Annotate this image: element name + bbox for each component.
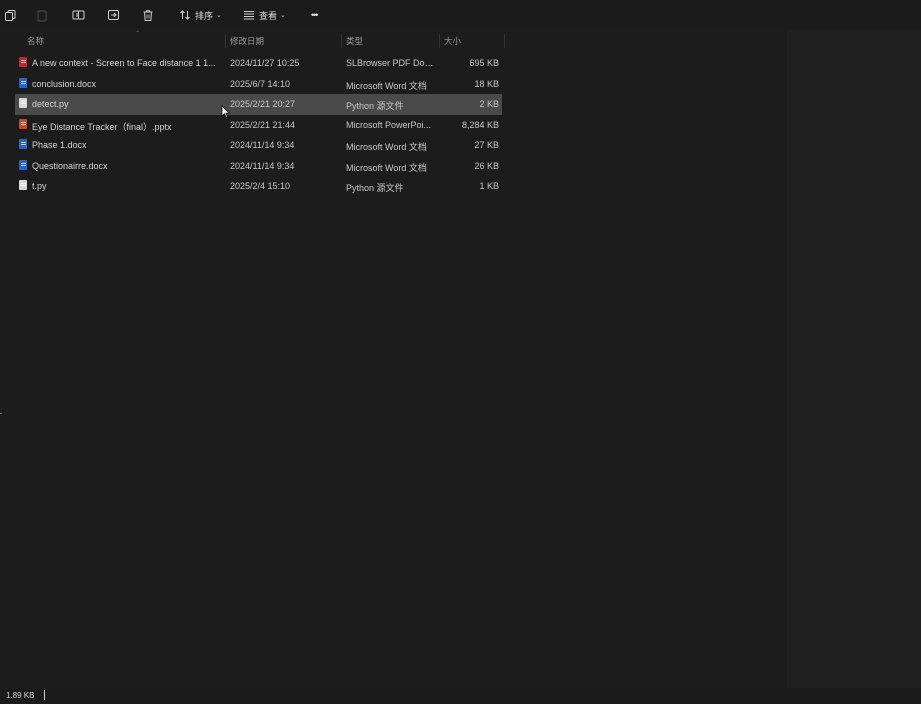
powerpoint-file-icon <box>19 118 27 129</box>
edge-marker <box>0 413 2 414</box>
paste-icon <box>36 9 48 22</box>
column-divider[interactable] <box>341 34 342 48</box>
file-row[interactable]: t.py 2025/2/4 15:10 Python 源文件 1 KB <box>15 176 502 197</box>
file-size: 695 KB <box>469 58 499 68</box>
status-bar: 1.89 KB <box>0 688 921 704</box>
column-divider[interactable] <box>504 34 505 48</box>
rename-button[interactable] <box>72 6 85 24</box>
file-size: 27 KB <box>474 140 499 150</box>
file-size: 26 KB <box>474 160 499 171</box>
more-icon: ••• <box>311 10 319 20</box>
file-row[interactable]: Eye Distance Tracker（final）.pptx 2025/2/2… <box>15 115 502 136</box>
more-options-button[interactable]: ••• <box>311 6 319 24</box>
column-header-date[interactable]: 修改日期 <box>230 35 264 47</box>
file-row[interactable]: detect.py 2025/2/21 20:27 Python 源文件 2 KB <box>15 94 502 115</box>
file-row[interactable]: Questionairre.docx 2024/11/14 9:34 Microso… <box>15 156 502 177</box>
file-type: SLBrowser PDF Doc... <box>346 58 436 68</box>
file-name: t.py <box>32 181 47 191</box>
sort-button[interactable]: 排序 ⌄ <box>179 6 222 24</box>
rename-icon <box>72 9 85 21</box>
chevron-down-icon: ⌄ <box>280 12 286 19</box>
copy-icon <box>4 9 17 22</box>
file-modified-date: 2024/11/14 9:34 <box>230 140 295 150</box>
list-view-icon <box>243 10 255 20</box>
file-name: Phase 1.docx <box>32 140 87 150</box>
file-size: 1 KB <box>479 181 499 191</box>
file-name: detect.py <box>32 99 69 109</box>
copy-path-button[interactable] <box>4 6 17 24</box>
file-modified-date: 2025/2/4 15:10 <box>230 181 291 191</box>
sort-icon <box>179 9 191 21</box>
file-type: Microsoft Word 文档 <box>346 162 427 173</box>
word-file-icon <box>19 139 27 149</box>
file-type: Microsoft Word 文档 <box>346 80 427 91</box>
file-size: 18 KB <box>474 78 499 89</box>
column-divider[interactable] <box>439 34 440 48</box>
file-row[interactable]: conclusion.docx 2025/6/7 14:10 Microsoft W… <box>15 74 502 95</box>
file-name: A new context - Screen to Face distance … <box>32 58 216 68</box>
word-file-icon <box>19 77 27 88</box>
file-name: conclusion.docx <box>32 78 97 89</box>
python-file-icon <box>19 98 27 108</box>
share-button[interactable] <box>107 6 120 24</box>
details-pane <box>787 30 921 688</box>
column-header-size[interactable]: 大小 <box>444 35 461 47</box>
column-header-row: ⌃ 名称 修改日期 类型 大小 <box>15 31 505 50</box>
python-file-icon <box>19 180 27 190</box>
word-file-icon <box>19 159 27 170</box>
sort-label: 排序 <box>195 10 214 21</box>
file-type: Microsoft PowerPoi... <box>346 119 432 130</box>
file-modified-date: 2025/2/21 21:44 <box>230 119 296 130</box>
column-divider[interactable] <box>225 34 226 48</box>
file-row[interactable]: A new context - Screen to Face distance … <box>15 53 502 74</box>
file-type: Microsoft Word 文档 <box>346 142 427 152</box>
share-icon <box>107 9 120 21</box>
file-size: 8,284 KB <box>461 119 499 130</box>
view-button[interactable]: 查看 ⌄ <box>243 6 286 24</box>
file-list: A new context - Screen to Face distance … <box>15 53 502 197</box>
status-divider <box>44 690 45 700</box>
chevron-down-icon: ⌄ <box>216 12 222 19</box>
file-name: Eye Distance Tracker（final）.pptx <box>32 121 172 132</box>
trash-icon <box>142 9 154 22</box>
delete-button[interactable] <box>142 6 154 24</box>
column-header-type[interactable]: 类型 <box>346 35 363 47</box>
pdf-file-icon <box>19 57 27 67</box>
file-type: Python 源文件 <box>346 101 404 111</box>
file-type: Python 源文件 <box>346 183 404 193</box>
file-modified-date: 2024/11/14 9:34 <box>230 160 295 171</box>
column-header-name[interactable]: 名称 <box>27 35 44 47</box>
sort-indicator-icon: ⌃ <box>135 31 141 37</box>
file-modified-date: 2025/6/7 14:10 <box>230 78 291 89</box>
command-bar: 排序 ⌄ 查看 ⌄ ••• <box>0 0 921 30</box>
file-row[interactable]: Phase 1.docx 2024/11/14 9:34 Microsoft Wor… <box>15 135 502 156</box>
file-size: 2 KB <box>479 99 499 109</box>
file-modified-date: 2025/2/21 20:27 <box>230 99 296 109</box>
paste-button[interactable] <box>36 6 48 24</box>
file-modified-date: 2024/11/27 10:25 <box>230 58 300 68</box>
view-label: 查看 <box>259 10 278 21</box>
file-name: Questionairre.docx <box>32 160 108 171</box>
mouse-cursor-icon <box>221 105 231 120</box>
selection-size-text: 1.89 KB <box>6 691 35 700</box>
